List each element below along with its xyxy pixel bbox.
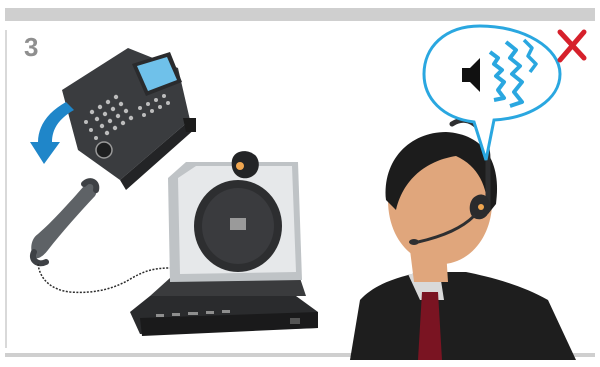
person-with-headset-icon [350, 117, 576, 360]
phone-cord [37, 263, 171, 294]
red-x-icon [557, 29, 587, 63]
handset-icon [30, 178, 100, 267]
illustration [30, 24, 587, 360]
headset-base-station-icon [130, 151, 318, 336]
desk-phone-icon [62, 48, 196, 190]
curved-arrow-icon [30, 102, 74, 164]
